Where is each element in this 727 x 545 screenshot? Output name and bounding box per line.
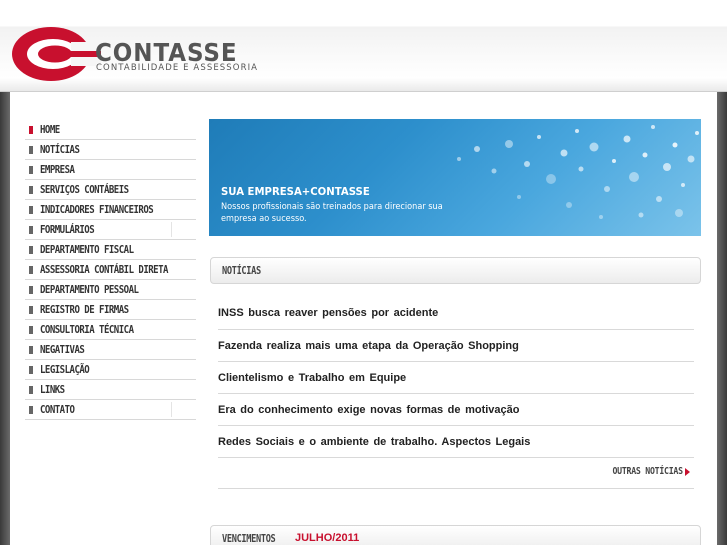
bullet-icon [29,325,33,334]
sidebar-item-label: REGISTRO DE FIRMAS [40,303,129,316]
bullet-icon [29,285,33,294]
page-edge-right [717,92,727,545]
sidebar-item-departamento-pessoal[interactable]: DEPARTAMENTO PESSOAL [25,280,196,300]
sidebar-item-label: SERVIÇOS CONTÁBEIS [40,183,129,196]
sidebar-item-label: NEGATIVAS [40,343,85,356]
sidebar-item-label: DEPARTAMENTO PESSOAL [40,283,139,296]
sidebar-item-noticias[interactable]: NOTÍCIAS [25,140,196,160]
bullet-icon [29,265,33,274]
bullet-icon [29,305,33,314]
logo-c-mark-icon [12,27,101,81]
news-item[interactable]: Clientelismo e Trabalho em Equipe [218,362,694,394]
sidebar-item-formularios[interactable]: FORMULÁRIOS [25,220,196,240]
vencimentos-month: JULHO/2011 [295,532,360,544]
sidebar-item-departamento-fiscal[interactable]: DEPARTAMENTO FISCAL [25,240,196,260]
bullet-icon [29,365,33,374]
vencimentos-heading: VENCIMENTOS [222,533,276,545]
news-list: INSS busca reaver pensões por acidente F… [218,297,694,458]
bullet-icon [29,185,33,194]
sidebar-item-label: NOTÍCIAS [40,143,80,156]
news-heading: NOTÍCIAS [222,265,261,277]
news-item[interactable]: INSS busca reaver pensões por acidente [218,297,694,330]
more-news-label: OUTRAS NOTÍCIAS [612,466,684,477]
bullet-icon [29,205,33,214]
sidebar-item-label: FORMULÁRIOS [40,223,95,236]
sidebar-item-label: ASSESSORIA CONTÁBIL DIRETA [40,263,168,276]
bullet-icon [29,145,33,154]
more-news-row: OUTRAS NOTÍCIAS [218,457,694,489]
sidebar-menu: HOME NOTÍCIAS EMPRESA SERVIÇOS CONTÁBEIS… [25,120,196,420]
sidebar-item-home[interactable]: HOME [25,120,196,140]
more-news-link[interactable]: OUTRAS NOTÍCIAS [597,466,690,477]
brand-tagline: CONTABILIDADE E ASSESSORIA [96,63,259,73]
sidebar-item-label: HOME [40,123,60,136]
sidebar-item-negativas[interactable]: NEGATIVAS [25,340,196,360]
sidebar-item-assessoria-contabil-direta[interactable]: ASSESSORIA CONTÁBIL DIRETA [25,260,196,280]
sidebar-item-registro-de-firmas[interactable]: REGISTRO DE FIRMAS [25,300,196,320]
sidebar-item-label: LEGISLAÇÃO [40,363,90,376]
sidebar-item-servicos-contabeis[interactable]: SERVIÇOS CONTÁBEIS [25,180,196,200]
bullet-icon [29,385,33,394]
bullet-icon [29,245,33,254]
bullet-icon [29,345,33,354]
banner-title: SUA EMPRESA+CONTASSE [221,185,370,198]
bullet-icon [29,125,33,134]
sidebar-item-consultoria-tecnica[interactable]: CONSULTORIA TÉCNICA [25,320,196,340]
sidebar-item-label: CONTATO [40,403,75,416]
news-panel-header: NOTÍCIAS [210,257,701,284]
divider [171,402,172,417]
sidebar-item-indicadores-financeiros[interactable]: INDICADORES FINANCEIROS [25,200,196,220]
sidebar-item-legislacao[interactable]: LEGISLAÇÃO [25,360,196,380]
sidebar-item-label: DEPARTAMENTO FISCAL [40,243,134,256]
sidebar-item-empresa[interactable]: EMPRESA [25,160,196,180]
site-header: CONTASSE CONTABILIDADE E ASSESSORIA [0,0,727,92]
banner-text: Nossos profissionais são treinados para … [221,202,443,224]
news-item[interactable]: Redes Sociais e o ambiente de trabalho. … [218,426,694,458]
page-edge-left [0,92,10,545]
divider [171,222,172,237]
sidebar-item-label: EMPRESA [40,163,75,176]
vencimentos-panel-header: VENCIMENTOS JULHO/2011 [210,525,701,545]
sidebar-item-label: LINKS [40,383,65,396]
bullet-icon [29,405,33,414]
sidebar-item-contato[interactable]: CONTATO [25,400,196,420]
news-item[interactable]: Era do conhecimento exige novas formas d… [218,394,694,426]
hero-banner[interactable]: SUA EMPRESA+CONTASSE Nossos profissionai… [209,119,701,236]
sidebar-item-label: INDICADORES FINANCEIROS [40,203,154,216]
sidebar-item-label: CONSULTORIA TÉCNICA [40,323,134,336]
arrow-right-icon [685,467,690,476]
bullet-icon [29,165,33,174]
sidebar-item-links[interactable]: LINKS [25,380,196,400]
news-item[interactable]: Fazenda realiza mais uma etapa da Operaç… [218,330,694,362]
bullet-icon [29,225,33,234]
